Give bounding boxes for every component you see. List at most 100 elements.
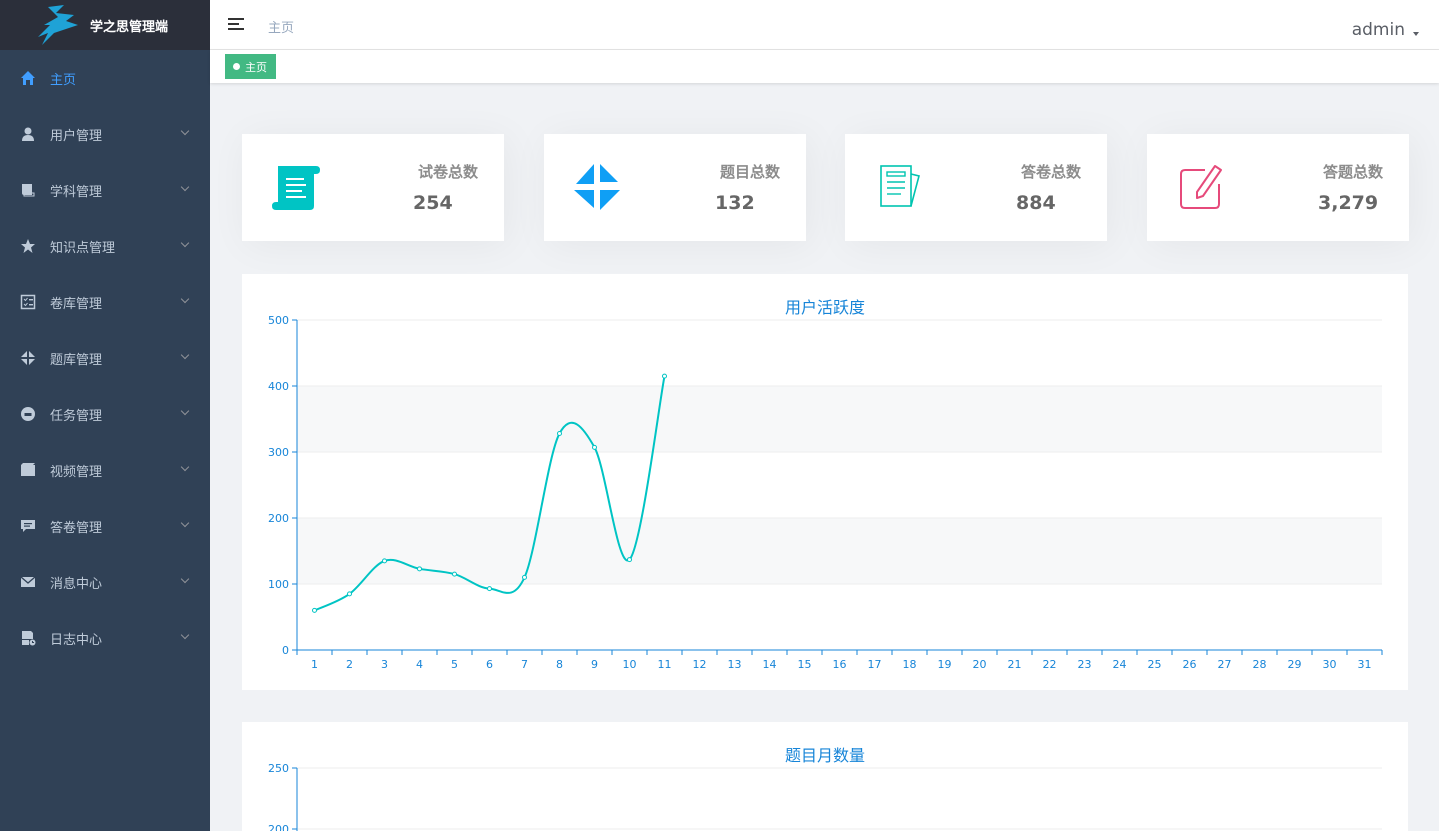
sidebar-item-label: 日志中心 [50, 632, 103, 648]
logo[interactable]: 学之思管理端 [0, 0, 210, 50]
x-tick-label: 16 [833, 658, 847, 671]
card-answersheets[interactable]: 答卷总数 884 [845, 134, 1107, 241]
dot-icon [233, 63, 240, 70]
scroll-icon [272, 166, 320, 210]
y-tick-label: 200 [268, 823, 289, 831]
sidebar-item-5[interactable]: 题库管理 [0, 330, 210, 386]
x-tick-label: 25 [1148, 658, 1162, 671]
sidebar-item-4[interactable]: 卷库管理 [0, 274, 210, 330]
user-icon [22, 127, 34, 141]
sidebar-item-0[interactable]: 主页 [0, 50, 210, 106]
chevron-down-icon [180, 126, 190, 136]
grid-band [297, 518, 1382, 584]
x-tick-label: 8 [556, 658, 563, 671]
sidebar-item-7[interactable]: 视频管理 [0, 442, 210, 498]
x-tick-label: 14 [763, 658, 777, 671]
x-tick-label: 19 [938, 658, 952, 671]
card-label: 答卷总数 [1020, 163, 1081, 181]
sidebar-item-3[interactable]: 知识点管理 [0, 218, 210, 274]
pinwheel-icon [574, 164, 620, 210]
sidebar-menu: 主页用户管理学科管理知识点管理卷库管理题库管理任务管理视频管理答卷管理消息中心日… [0, 50, 210, 666]
sidebar-item-8[interactable]: 答卷管理 [0, 498, 210, 554]
sidebar-item-label: 主页 [50, 72, 77, 88]
x-tick-label: 10 [623, 658, 637, 671]
card-label: 试卷总数 [417, 163, 478, 181]
checklist-icon [20, 294, 36, 310]
card-papers[interactable]: 试卷总数 254 [242, 134, 504, 241]
x-tick-label: 5 [451, 658, 458, 671]
app-title: 学之思管理端 [90, 19, 169, 35]
top-header: 主页 admin [210, 0, 1439, 50]
x-tick-label: 30 [1323, 658, 1337, 671]
card-answers[interactable]: 答题总数 3,279 [1147, 134, 1409, 241]
chevron-down-icon [180, 574, 190, 584]
data-point[interactable] [452, 571, 457, 577]
sidebar-item-label: 知识点管理 [50, 240, 116, 256]
user-menu[interactable]: admin [1352, 20, 1419, 40]
y-tick-label: 200 [268, 512, 289, 525]
y-tick-label: 0 [282, 644, 289, 657]
x-tick-label: 17 [868, 658, 882, 671]
card-questions[interactable]: 题目总数 132 [544, 134, 806, 241]
x-tick-label: 31 [1358, 658, 1372, 671]
sidebar: 学之思管理端 主页用户管理学科管理知识点管理卷库管理题库管理任务管理视频管理答卷… [0, 0, 210, 831]
tags-view: 主页 [210, 50, 1439, 83]
card-label: 题目总数 [719, 163, 780, 181]
breadcrumb[interactable]: 主页 [268, 17, 294, 36]
x-tick-label: 20 [973, 658, 987, 671]
data-point[interactable] [487, 586, 492, 592]
chart-monthly-questions: 题目月数量 200 250 [242, 722, 1408, 831]
data-point[interactable] [347, 591, 352, 597]
data-point[interactable] [557, 431, 562, 437]
sidebar-item-9[interactable]: 消息中心 [0, 554, 210, 610]
sidebar-item-2[interactable]: 学科管理 [0, 162, 210, 218]
home-icon [21, 71, 35, 85]
data-point[interactable] [592, 444, 597, 450]
sidebar-item-label: 用户管理 [50, 128, 103, 144]
task-icon [21, 407, 35, 421]
data-point[interactable] [627, 557, 632, 563]
chevron-down-icon [180, 630, 190, 640]
x-tick-label: 3 [381, 658, 388, 671]
x-tick-label: 7 [521, 658, 528, 671]
sidebar-item-label: 题库管理 [50, 352, 103, 368]
edit-icon [1180, 165, 1222, 209]
y-tick-label: 100 [268, 578, 289, 591]
tag-home[interactable]: 主页 [225, 54, 276, 79]
logo-icon [38, 5, 78, 45]
chevron-down-icon [180, 294, 190, 304]
data-point[interactable] [382, 558, 387, 564]
user-name: admin [1351, 20, 1405, 40]
sidebar-item-10[interactable]: 日志中心 [0, 610, 210, 666]
card-value: 132 [715, 192, 755, 214]
sidebar-item-6[interactable]: 任务管理 [0, 386, 210, 442]
log-icon [22, 631, 36, 646]
data-point[interactable] [312, 607, 317, 613]
x-tick-label: 21 [1008, 658, 1022, 671]
sidebar-item-label: 答卷管理 [50, 520, 103, 536]
x-tick-label: 12 [693, 658, 707, 671]
book-icon [22, 184, 35, 197]
data-point[interactable] [662, 373, 667, 379]
y-tick-label: 400 [268, 380, 289, 393]
x-tick-label: 11 [658, 658, 672, 671]
x-tick-label: 27 [1218, 658, 1232, 671]
x-tick-label: 15 [798, 658, 812, 671]
chevron-down-icon [180, 182, 190, 192]
sidebar-item-label: 视频管理 [50, 464, 103, 480]
x-tick-label: 29 [1288, 658, 1302, 671]
chevron-down-icon [180, 350, 190, 360]
mail-icon [20, 576, 36, 587]
data-point[interactable] [417, 566, 422, 572]
x-tick-label: 9 [591, 658, 598, 671]
chevron-down-icon [180, 462, 190, 472]
x-tick-label: 1 [311, 658, 318, 671]
documents-icon [880, 165, 920, 207]
caret-down-icon [1413, 32, 1419, 36]
chevron-down-icon [180, 406, 190, 416]
sidebar-item-1[interactable]: 用户管理 [0, 106, 210, 162]
hamburger-icon[interactable] [228, 18, 244, 32]
data-point[interactable] [522, 574, 527, 580]
tag-label: 主页 [245, 60, 267, 74]
y-tick-label: 300 [268, 446, 289, 459]
